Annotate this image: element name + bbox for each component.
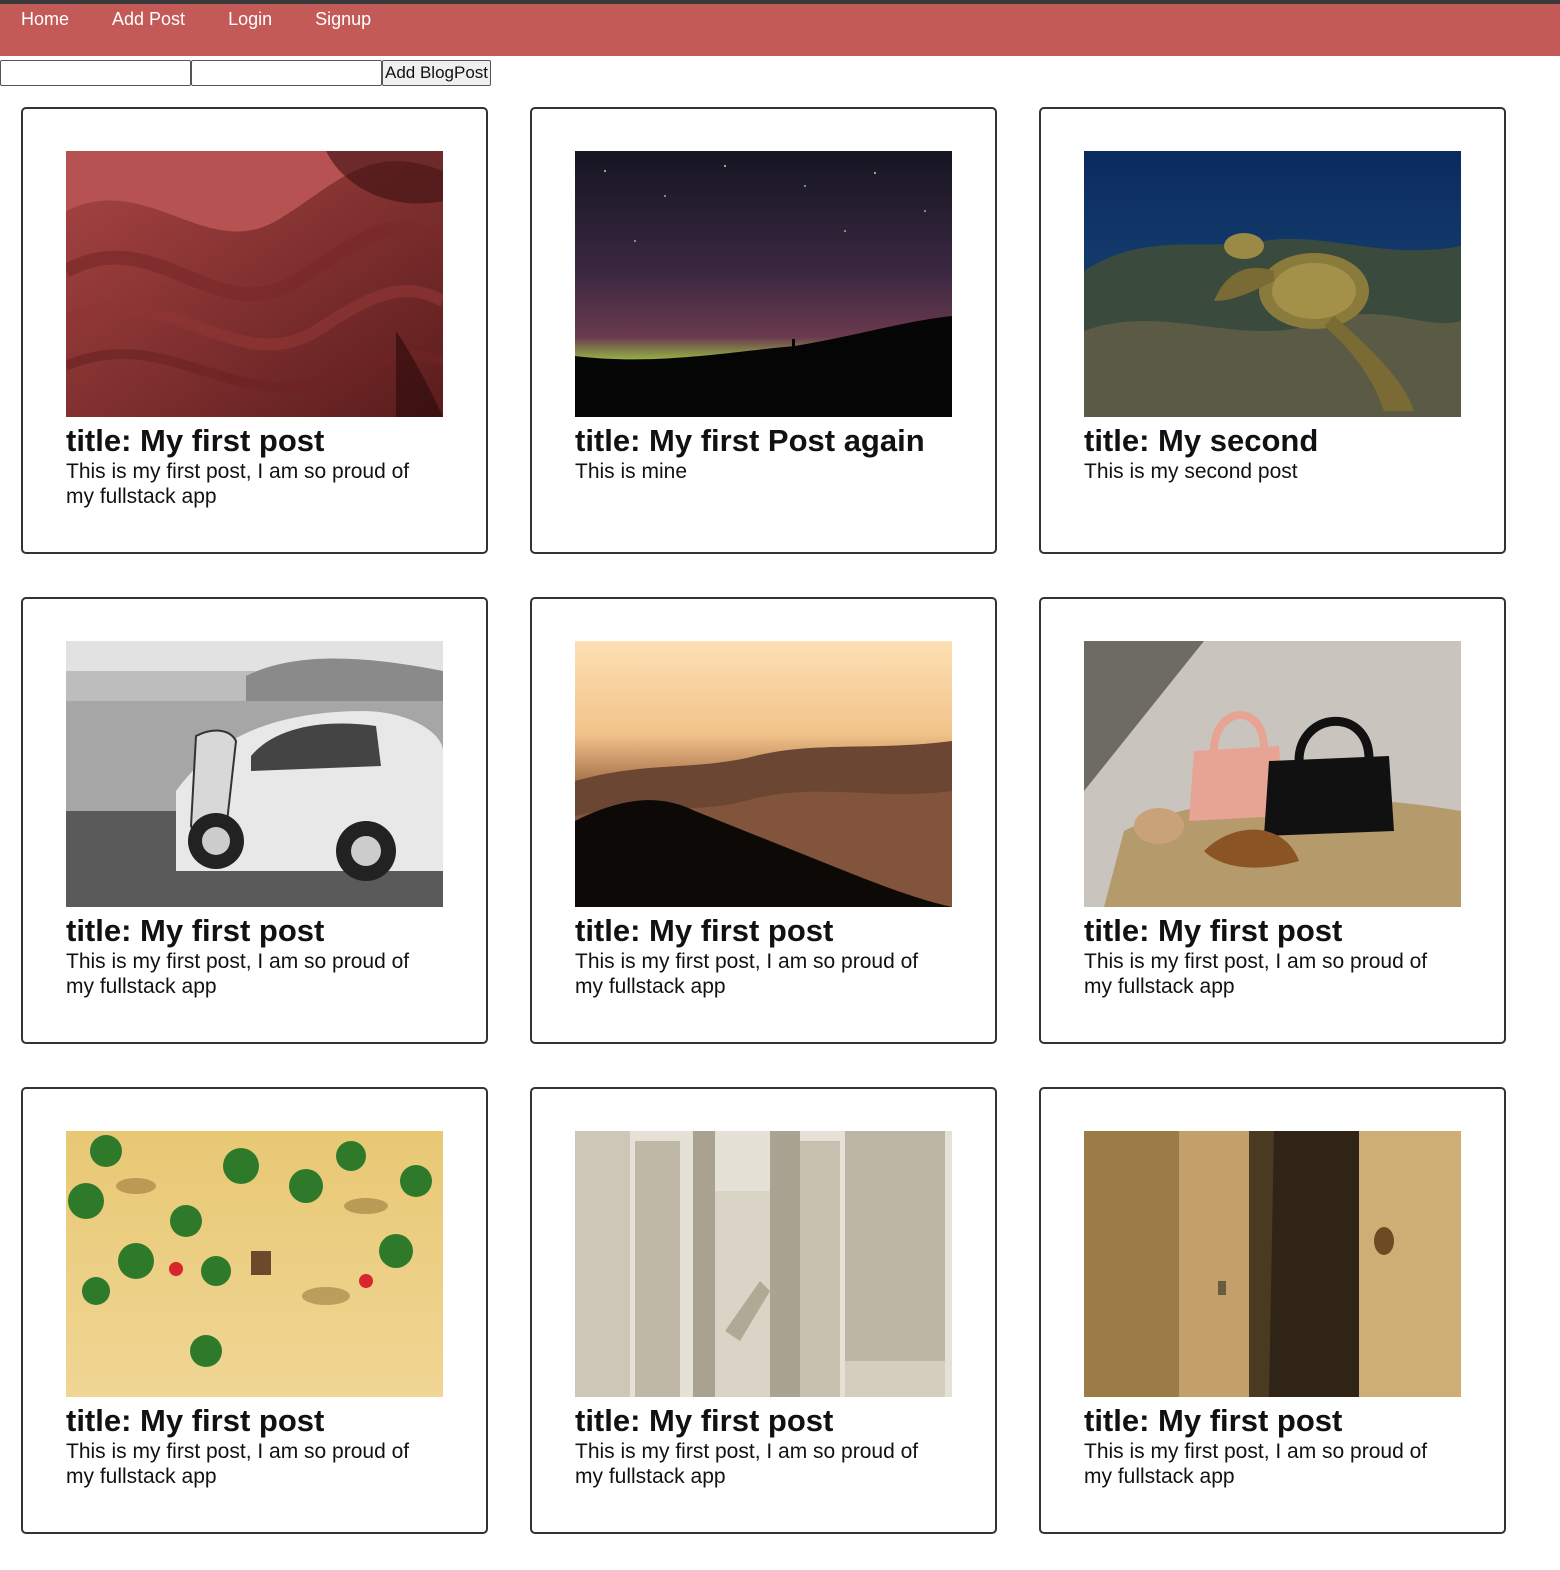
- post-body: This is my first post, I am so proud of …: [1084, 950, 1428, 998]
- misty-mountain-sunset-image: [575, 641, 952, 907]
- stone-wall-shadow-image: [1084, 1131, 1461, 1397]
- navbar: Home Add Post Login Signup: [0, 4, 1560, 56]
- post-title: title: My first post: [575, 913, 834, 948]
- post-card: title: My first post This is my first po…: [21, 597, 488, 1044]
- palm-beach-aerial-image: [66, 1131, 443, 1397]
- post-title: title: My first post: [66, 1403, 325, 1438]
- post-body: This is my first post, I am so proud of …: [1084, 1440, 1428, 1488]
- sea-turtle-reef-image: [1084, 151, 1461, 417]
- add-post-form: Add BlogPost: [0, 60, 1560, 86]
- temple-columns-image: [575, 1131, 952, 1397]
- post-body: This is my first post, I am so proud of …: [66, 460, 410, 508]
- nav-add-post-link[interactable]: Add Post: [112, 4, 185, 29]
- post-card: title: My second This is my second post: [1039, 107, 1506, 554]
- post-body: This is my first post, I am so proud of …: [66, 1440, 410, 1488]
- post-title: title: My first Post again: [575, 423, 925, 458]
- post-title: title: My first post: [66, 913, 325, 948]
- nav-signup-link[interactable]: Signup: [315, 4, 371, 29]
- post-body: This is my first post, I am so proud of …: [575, 1440, 919, 1488]
- post-title: title: My first post: [66, 423, 325, 458]
- post-body: This is my second post: [1084, 460, 1298, 483]
- post-card: title: My first post This is my first po…: [1039, 1087, 1506, 1534]
- post-body: This is mine: [575, 460, 688, 483]
- post-body: This is my first post, I am so proud of …: [66, 950, 410, 998]
- vintage-car-desert-image: [66, 641, 443, 907]
- post-title: title: My first post: [1084, 1403, 1343, 1438]
- add-blogpost-button[interactable]: Add BlogPost: [382, 60, 492, 86]
- post-card: title: My first post This is my first po…: [21, 1087, 488, 1534]
- aurora-night-sky-image: [575, 151, 952, 417]
- post-card: title: My first post This is my first po…: [21, 107, 488, 554]
- post-card: title: My first Post again This is mine: [530, 107, 997, 554]
- post-title: title: My second: [1084, 423, 1319, 458]
- posts-grid: title: My first post This is my first po…: [21, 107, 1506, 1534]
- post-title-input[interactable]: [0, 60, 191, 86]
- red-waves-image: [66, 151, 443, 417]
- post-title: title: My first post: [575, 1403, 834, 1438]
- post-body-input[interactable]: [191, 60, 382, 86]
- post-card: title: My first post This is my first po…: [530, 597, 997, 1044]
- nav-home-link[interactable]: Home: [21, 4, 69, 29]
- post-title: title: My first post: [1084, 913, 1343, 948]
- post-card: title: My first post This is my first po…: [1039, 597, 1506, 1044]
- post-body: This is my first post, I am so proud of …: [575, 950, 919, 998]
- handbags-croissant-image: [1084, 641, 1461, 907]
- post-card: title: My first post This is my first po…: [530, 1087, 997, 1534]
- nav-login-link[interactable]: Login: [228, 4, 272, 29]
